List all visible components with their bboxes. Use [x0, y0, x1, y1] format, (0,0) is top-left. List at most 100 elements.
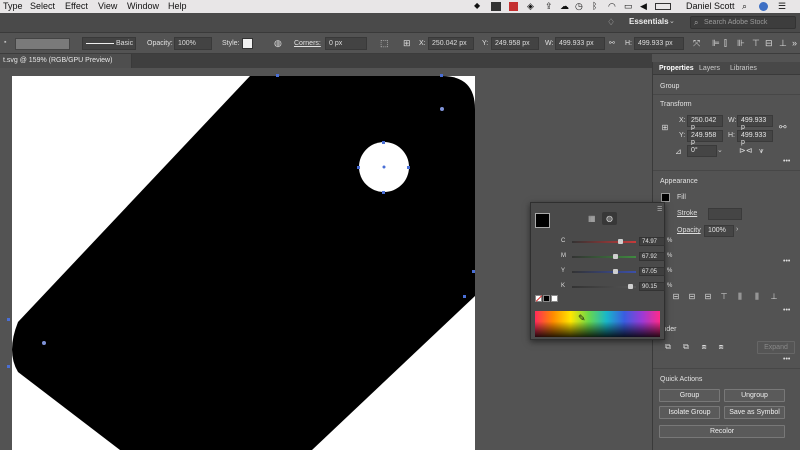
flip-vertical-icon[interactable]: ⩛: [759, 146, 764, 156]
chevron-down-icon[interactable]: ⌄: [717, 146, 723, 154]
black-slider[interactable]: K 90.15 %: [561, 282, 672, 292]
magenta-track[interactable]: [572, 256, 636, 258]
workspace-switcher[interactable]: Essentials: [629, 17, 669, 26]
x-field[interactable]: 250.042 p: [687, 115, 723, 131]
align-right-icon[interactable]: ⊪: [737, 38, 745, 49]
yellow-thumb[interactable]: [612, 269, 618, 274]
stock-search-input[interactable]: Search Adobe Stock: [704, 19, 767, 26]
align-icon[interactable]: ⊟: [687, 292, 697, 302]
menu-icon[interactable]: ☰: [657, 206, 662, 213]
search-icon[interactable]: ⌕: [742, 1, 747, 12]
align-icon[interactable]: ⊟: [703, 292, 713, 302]
selection-handle[interactable]: [276, 74, 279, 77]
selection-handle[interactable]: [382, 141, 385, 144]
align-middle-icon[interactable]: ⊟: [765, 38, 773, 49]
user-name[interactable]: Daniel Scott: [686, 1, 735, 11]
group-button[interactable]: Group: [659, 389, 720, 402]
black-track[interactable]: [572, 286, 636, 288]
more-options-icon[interactable]: •••: [783, 307, 790, 314]
volume-icon[interactable]: ◀: [640, 1, 647, 12]
wifi-icon[interactable]: ◠: [608, 1, 616, 12]
yellow-value[interactable]: 67.05: [639, 267, 665, 276]
style-swatch[interactable]: [242, 38, 253, 49]
expand-button[interactable]: Expand: [757, 341, 795, 354]
stroke-label[interactable]: Stroke: [677, 210, 697, 217]
selection-handle[interactable]: [440, 74, 443, 77]
minus-front-icon[interactable]: ⧉: [681, 342, 691, 352]
color-spectrum[interactable]: [535, 311, 660, 337]
reference-point-icon[interactable]: ⊞: [660, 123, 670, 133]
recolor-button[interactable]: Recolor: [659, 425, 785, 438]
reference-point-icon[interactable]: ⊞: [403, 38, 411, 49]
flip-horizontal-icon[interactable]: ⊳⊲: [739, 146, 752, 155]
h-field[interactable]: 499.933 px: [634, 37, 684, 50]
magenta-thumb[interactable]: [613, 254, 619, 259]
cyan-value[interactable]: 74.97: [639, 237, 665, 246]
align-icon[interactable]: ⫼: [735, 292, 745, 302]
selection-handle[interactable]: [357, 166, 360, 169]
magenta-value[interactable]: 67.92: [639, 252, 665, 261]
y-field[interactable]: 249.958 px: [491, 37, 539, 50]
align-icon[interactable]: ⊟: [671, 292, 681, 302]
unite-icon[interactable]: ⧉: [663, 342, 673, 352]
isolate-group-button[interactable]: Isolate Group: [659, 406, 720, 419]
align-center-icon[interactable]: ⫿: [724, 38, 727, 49]
fill-color-swatch[interactable]: [535, 213, 550, 228]
menu-type[interactable]: Type: [3, 1, 23, 11]
chevron-right-icon[interactable]: ›: [736, 226, 738, 233]
stroke-swatch[interactable]: [15, 38, 70, 50]
anchor-point[interactable]: [42, 341, 46, 345]
selection-handle[interactable]: [472, 270, 475, 273]
cyan-slider[interactable]: C 74.97 %: [561, 237, 672, 247]
align-left-icon[interactable]: ⊫: [712, 38, 720, 49]
stroke-profile-dropdown[interactable]: Basic: [82, 37, 136, 50]
black-value[interactable]: 90.15: [639, 282, 665, 291]
opacity-label[interactable]: Opacity: [677, 227, 701, 234]
more-icon[interactable]: »: [792, 38, 797, 48]
time-machine-icon[interactable]: ◷: [575, 1, 583, 12]
magenta-slider[interactable]: M 67.92 %: [561, 252, 672, 262]
link-icon[interactable]: ⚯: [609, 39, 615, 47]
selection-handle[interactable]: [7, 365, 10, 368]
menu-window[interactable]: Window: [127, 1, 159, 11]
none-swatch[interactable]: [535, 295, 543, 302]
menu-help[interactable]: Help: [168, 1, 187, 11]
transform-icon[interactable]: ⤧: [693, 38, 700, 49]
more-options-icon[interactable]: •••: [783, 356, 790, 363]
dropbox-icon[interactable]: ◆: [474, 1, 480, 10]
swatches-icon[interactable]: ▦: [588, 214, 596, 223]
y-field[interactable]: 249.958 p: [687, 130, 723, 146]
record-icon[interactable]: [509, 2, 518, 11]
fill-indicator[interactable]: ▪: [4, 39, 6, 46]
screen-icon[interactable]: [491, 2, 501, 11]
black-swatch[interactable]: [543, 295, 550, 302]
fill-swatch[interactable]: [661, 193, 670, 202]
recolor-artwork-icon[interactable]: ◍: [274, 38, 282, 49]
more-options-icon[interactable]: •••: [783, 158, 790, 165]
black-thumb[interactable]: [627, 284, 633, 289]
w-field[interactable]: 499.933 p: [737, 115, 773, 131]
battery-icon[interactable]: [655, 3, 671, 10]
align-top-icon[interactable]: ⊤: [752, 38, 760, 49]
tab-layers[interactable]: Layers: [699, 65, 720, 72]
evernote-icon[interactable]: ◈: [527, 1, 534, 12]
h-field[interactable]: 499.933 p: [737, 130, 773, 146]
selection-handle[interactable]: [407, 166, 410, 169]
intersect-icon[interactable]: ⧈: [699, 342, 709, 352]
airplay-icon[interactable]: ▭: [624, 1, 633, 12]
align-icon[interactable]: ⊤: [719, 292, 729, 302]
menu-select[interactable]: Select: [30, 1, 55, 11]
align-icon[interactable]: ⫼: [752, 292, 762, 302]
ungroup-button[interactable]: Ungroup: [724, 389, 785, 402]
save-as-symbol-button[interactable]: Save as Symbol: [724, 406, 785, 419]
align-icon[interactable]: ⊥: [769, 292, 779, 302]
stock-search-box[interactable]: ⌕ Search Adobe Stock: [690, 16, 796, 29]
bluetooth-icon[interactable]: ᛒ: [592, 1, 597, 11]
notification-center-icon[interactable]: ☰: [778, 1, 786, 12]
tag-shape[interactable]: [12, 76, 475, 450]
selection-handle[interactable]: [382, 191, 385, 194]
stroke-weight-field[interactable]: [708, 208, 742, 220]
link-icon[interactable]: ⚯: [779, 122, 787, 133]
more-options-icon[interactable]: •••: [783, 258, 790, 265]
align-bottom-icon[interactable]: ⊥: [779, 38, 787, 49]
